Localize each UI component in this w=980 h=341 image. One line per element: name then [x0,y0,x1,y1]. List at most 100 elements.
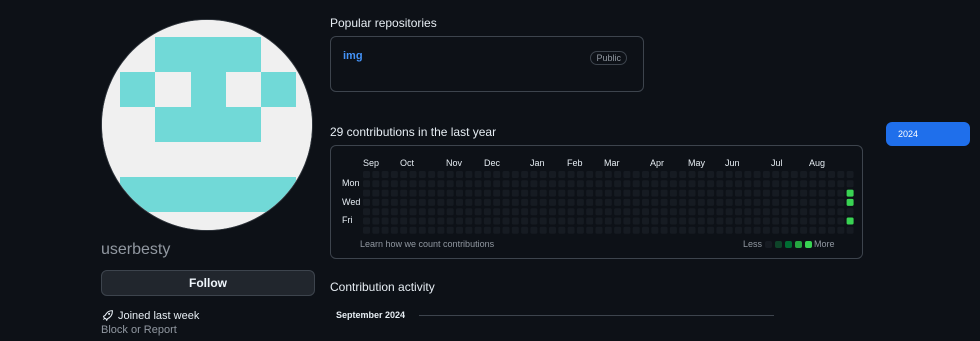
contribution-cell [418,171,426,178]
contribution-cell [707,189,715,197]
contribution-cell [828,226,835,234]
contribution-cell [809,198,817,206]
contribution-cell [735,208,742,216]
repo-link[interactable]: img [343,50,363,62]
contribution-cell [744,180,752,188]
contribution-cell [651,180,659,188]
contribution-cell [549,198,556,206]
contribution-cell [465,208,473,216]
contribution-cell [753,217,761,225]
contribution-cell [418,180,426,188]
contribution-cell [818,198,826,206]
contribution-cell [651,208,659,216]
contribution-cell [604,217,612,225]
contribution-cell [707,180,715,188]
contribution-cell [558,208,566,216]
contribution-cell [679,180,687,188]
contribution-cell [595,208,603,216]
contribution-cell [409,180,417,188]
contribution-cell [363,171,370,178]
contribution-cell [418,226,426,234]
contribution-cell [632,208,640,216]
contribution-cell [418,217,426,225]
contribution-cell [828,189,835,197]
block-report-link[interactable]: Block or Report [101,324,177,336]
contribution-cell [549,208,556,216]
contribution-cell [400,180,408,188]
contribution-cell [697,189,705,197]
contribution-cell [539,226,547,234]
contribution-cell [586,171,594,178]
contribution-cell [614,208,622,216]
contribution-cell [632,189,640,197]
contribution-cell [846,180,854,188]
contribution-cell [446,208,454,216]
contribution-cell [456,189,463,197]
contribution-cell [390,171,398,178]
contribution-cell [753,180,761,188]
contribution-cell [567,171,575,178]
contribution-cell [725,198,733,206]
contribution-cell [465,171,473,178]
year-2024-button[interactable]: 2024 [886,122,970,146]
contribution-cell [539,198,547,206]
contribution-cell [549,217,556,225]
contribution-cell [809,180,817,188]
contribution-cell [725,189,733,197]
contribution-cell [669,208,677,216]
contribution-cell [669,226,677,234]
contribution-cell [716,180,724,188]
contribution-cell [623,226,631,234]
contribution-cell [474,171,482,178]
contribution-cell [632,198,640,206]
contribution-cell [679,217,687,225]
learn-contributions-link[interactable]: Learn how we count contributions [360,239,494,249]
contribution-cell [502,226,510,234]
contribution-cell [800,226,808,234]
contribution-cell [697,180,705,188]
contribution-cell [735,217,742,225]
contribution-cell [530,217,538,225]
contribution-cell [595,198,603,206]
contribution-cell [418,189,426,197]
contribution-cell [428,217,436,225]
contribution-cell [669,189,677,197]
contribution-cell [790,226,798,234]
contribution-cell [400,208,408,216]
contribution-cell [586,217,594,225]
contribution-cell [558,171,566,178]
contribution-cell [465,217,473,225]
contribution-cell [632,226,640,234]
contribution-cell [846,217,854,225]
contribution-cell [660,198,668,206]
contribution-cell [363,217,370,225]
contribution-cell [390,189,398,197]
contribution-cell [381,198,389,206]
contribution-cell [437,189,445,197]
contribution-cell [418,198,426,206]
contribution-cell [493,208,501,216]
contribution-cell [381,171,389,178]
contribution-cell [688,189,696,197]
contribution-cell [818,189,826,197]
contribution-cell [660,208,668,216]
contribution-cell [688,198,696,206]
follow-button[interactable]: Follow [101,270,315,296]
contribution-cell [772,198,780,206]
contribution-cell [493,189,501,197]
contribution-cell [762,171,770,178]
contribution-cell [818,180,826,188]
contribution-cell [511,226,519,234]
contribution-cell [725,180,733,188]
contribution-cell [632,171,640,178]
contribution-cell [604,208,612,216]
contribution-cell [409,171,417,178]
contribution-cell [744,189,752,197]
contribution-cell [549,171,556,178]
contributions-heading: 29 contributions in the last year [330,125,497,139]
contribution-cell [697,217,705,225]
contribution-cell [586,198,594,206]
contribution-cell [837,208,845,216]
contribution-cell [679,226,687,234]
legend-swatch-4 [805,241,812,248]
